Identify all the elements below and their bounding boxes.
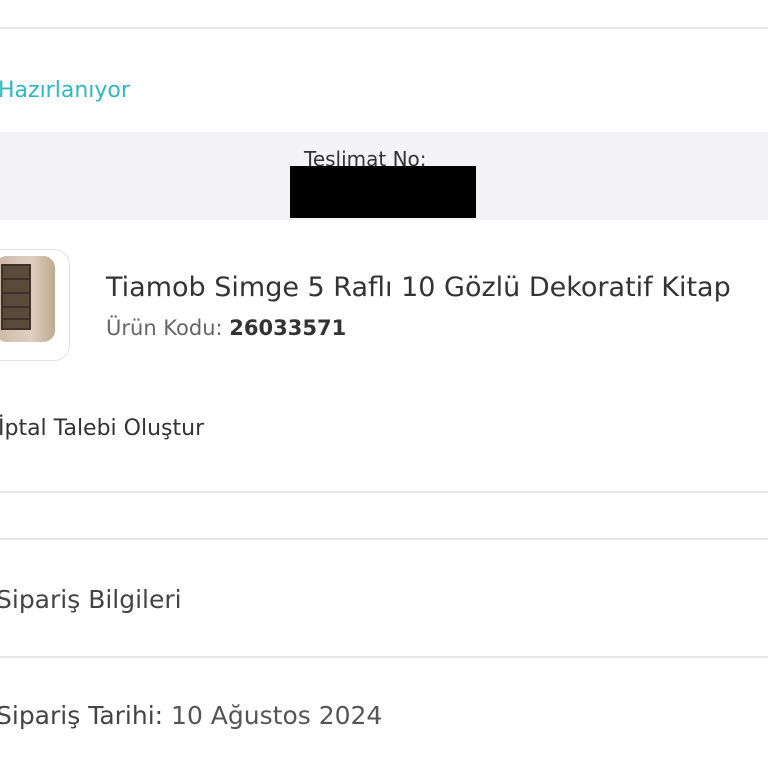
product-code: Ürün Kodu: 26033571	[106, 316, 346, 340]
product-image	[0, 256, 55, 342]
order-date-value: 10 Ağustos 2024	[171, 701, 383, 730]
product-thumbnail[interactable]	[0, 249, 70, 361]
section-divider	[0, 538, 768, 540]
delivery-number-redacted	[290, 166, 476, 218]
product-code-value: 26033571	[229, 316, 347, 340]
top-divider	[0, 27, 768, 29]
cancel-request-button[interactable]: İptal Talebi Oluştur	[0, 416, 204, 441]
product-code-label: Ürün Kodu:	[106, 316, 223, 340]
order-status: Hazırlanıyor	[0, 78, 130, 103]
order-date: Sipariş Tarihi: 10 Ağustos 2024	[0, 701, 382, 730]
product-name[interactable]: Tiamob Simge 5 Raflı 10 Gözlü Dekoratif …	[106, 272, 731, 303]
section-divider	[0, 656, 768, 658]
order-date-label: Sipariş Tarihi:	[0, 701, 164, 730]
order-info-title: Sipariş Bilgileri	[0, 585, 182, 614]
section-divider	[0, 491, 768, 493]
